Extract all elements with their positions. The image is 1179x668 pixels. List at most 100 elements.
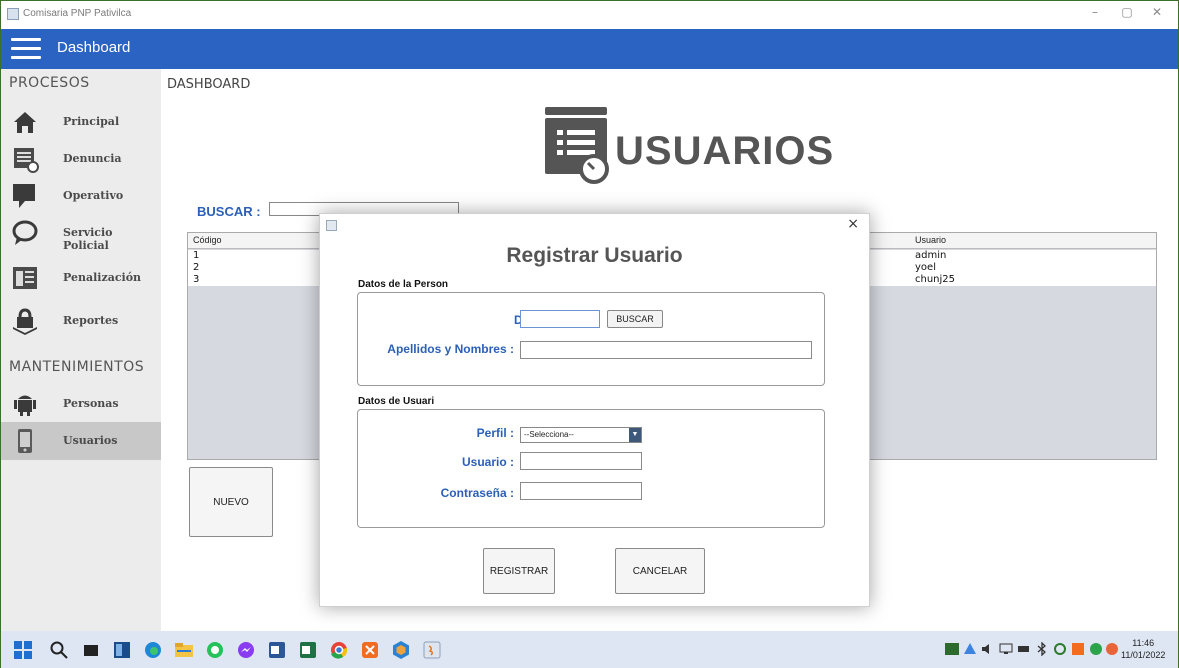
section-label: DASHBOARD bbox=[167, 77, 251, 92]
search-icon[interactable] bbox=[49, 640, 69, 660]
java-app-icon[interactable] bbox=[422, 640, 442, 660]
bluetooth-icon[interactable] bbox=[1035, 642, 1049, 656]
edge-browser-icon[interactable] bbox=[143, 640, 163, 660]
person-section-title: Datos de la Person bbox=[358, 279, 449, 290]
minimize-button[interactable]: – bbox=[1081, 5, 1109, 19]
taskbar: 11:46 11/01/2022 bbox=[1, 631, 1178, 668]
widgets-icon[interactable] bbox=[112, 640, 132, 660]
hero-banner: USUARIOS bbox=[541, 105, 833, 185]
procesos-heading: PROCESOS bbox=[9, 75, 90, 91]
chrome-tray-icon[interactable] bbox=[1089, 642, 1103, 656]
clock-time: 11:46 bbox=[1132, 638, 1155, 648]
dni-field[interactable] bbox=[520, 310, 600, 328]
sidebar-item-denuncia[interactable]: Denuncia bbox=[1, 140, 161, 178]
java-app-icon bbox=[7, 8, 19, 20]
clock-date: 11/01/2022 bbox=[1121, 650, 1166, 660]
volume-icon[interactable] bbox=[981, 642, 995, 656]
file-explorer-icon[interactable] bbox=[174, 640, 194, 660]
hamburger-menu-icon[interactable] bbox=[11, 38, 41, 60]
password-field[interactable] bbox=[520, 482, 642, 500]
names-field[interactable] bbox=[520, 341, 812, 359]
cell-codigo: 3 bbox=[193, 274, 200, 285]
sidebar-item-servicio-policial[interactable]: Servicio Policial bbox=[1, 214, 161, 252]
nvidia-icon[interactable] bbox=[945, 642, 959, 656]
cell-usuario: admin bbox=[915, 250, 947, 261]
sidebar-item-label: Servicio Policial bbox=[63, 226, 113, 252]
cancel-button[interactable]: CANCELAR bbox=[615, 548, 705, 594]
netbeans-icon[interactable] bbox=[391, 640, 411, 660]
sidebar-item-label: Reportes bbox=[63, 314, 119, 327]
hero-title: USUARIOS bbox=[615, 129, 835, 173]
user-fieldset: Perfil : --Selecciona-- ▼ Usuario : Cont… bbox=[357, 409, 825, 528]
search-label: BUSCAR : bbox=[197, 204, 261, 219]
list-icon bbox=[13, 267, 37, 289]
search-person-button[interactable]: BUSCAR bbox=[607, 310, 663, 328]
messenger-icon[interactable] bbox=[236, 640, 256, 660]
battery-icon[interactable] bbox=[1017, 642, 1031, 656]
perfil-selected-value: --Selecciona-- bbox=[524, 430, 574, 439]
sidebar-item-penalizacion[interactable]: Penalización bbox=[1, 259, 161, 297]
sidebar-item-label: Principal bbox=[63, 115, 120, 128]
java-app-icon bbox=[326, 220, 337, 231]
whatsapp-icon[interactable] bbox=[205, 640, 225, 660]
person-fieldset: DNI : BUSCAR Apellidos y Nombres : bbox=[357, 292, 825, 386]
system-clock[interactable]: 11:46 11/01/2022 bbox=[1121, 637, 1165, 661]
username-field[interactable] bbox=[520, 452, 642, 470]
chrome-icon[interactable] bbox=[329, 640, 349, 660]
cell-codigo: 2 bbox=[193, 262, 200, 273]
names-label: Apellidos y Nombres : bbox=[387, 342, 514, 356]
cell-codigo: 1 bbox=[193, 250, 200, 261]
phone-icon bbox=[18, 429, 32, 453]
close-window-button[interactable]: ✕ bbox=[1143, 5, 1171, 19]
maximize-button[interactable]: ▢ bbox=[1113, 5, 1141, 19]
sidebar: PROCESOS Principal Denuncia Operativo Se… bbox=[1, 69, 161, 631]
reports-icon bbox=[13, 308, 37, 335]
antivirus-icon[interactable] bbox=[1105, 642, 1119, 656]
user-section-title: Datos de Usuari bbox=[358, 396, 435, 407]
sidebar-item-usuarios[interactable]: Usuarios bbox=[1, 422, 161, 460]
speech-bubble-icon bbox=[12, 220, 38, 245]
sidebar-item-reportes[interactable]: Reportes bbox=[1, 302, 161, 340]
sidebar-item-operativo[interactable]: Operativo bbox=[1, 177, 161, 215]
title-bar: Comisaria PNP Pativilca – ▢ ✕ bbox=[1, 1, 1178, 29]
home-icon bbox=[14, 112, 36, 133]
cell-usuario: chunj25 bbox=[915, 274, 956, 285]
perfil-label: Perfil : bbox=[476, 426, 514, 440]
usuario-label: Usuario : bbox=[461, 455, 514, 469]
cell-usuario: yoel bbox=[915, 262, 936, 273]
sidebar-item-personas[interactable]: Personas bbox=[1, 385, 161, 423]
sidebar-item-label: Operativo bbox=[63, 189, 124, 202]
close-dialog-button[interactable]: × bbox=[847, 216, 859, 232]
dialog-title: Registrar Usuario bbox=[506, 244, 683, 267]
excel-icon[interactable] bbox=[298, 640, 318, 660]
windows-start-icon[interactable] bbox=[13, 640, 33, 660]
password-label: Contraseña : bbox=[440, 486, 514, 500]
new-button[interactable]: NUEVO bbox=[189, 467, 273, 537]
word-icon[interactable] bbox=[267, 640, 287, 660]
sync-icon[interactable] bbox=[1053, 642, 1067, 656]
column-header-usuario[interactable]: Usuario bbox=[915, 235, 946, 245]
chat-icon bbox=[13, 184, 35, 208]
users-list-icon bbox=[545, 107, 609, 184]
sidebar-item-label: Usuarios bbox=[63, 434, 118, 447]
register-user-dialog: × Registrar Usuario Datos de la Person D… bbox=[319, 213, 870, 607]
sidebar-item-label: Penalización bbox=[63, 271, 142, 284]
perfil-select[interactable]: --Selecciona-- ▼ bbox=[520, 427, 642, 443]
header-bar: Dashboard bbox=[1, 29, 1178, 69]
task-view-icon[interactable] bbox=[81, 640, 101, 660]
android-icon bbox=[14, 395, 36, 416]
sidebar-item-label: Denuncia bbox=[63, 152, 122, 165]
document-icon bbox=[14, 148, 39, 173]
google-drive-icon[interactable] bbox=[963, 642, 977, 656]
register-button[interactable]: REGISTRAR bbox=[483, 548, 555, 594]
sidebar-item-label: Personas bbox=[63, 397, 119, 410]
header-title: Dashboard bbox=[57, 39, 131, 56]
app-window: Comisaria PNP Pativilca – ▢ ✕ Dashboard … bbox=[0, 0, 1179, 668]
xampp-icon[interactable] bbox=[360, 640, 380, 660]
sidebar-item-principal[interactable]: Principal bbox=[1, 103, 161, 141]
chevron-down-icon: ▼ bbox=[629, 428, 641, 442]
column-header-codigo[interactable]: Código bbox=[193, 235, 222, 245]
window-title: Comisaria PNP Pativilca bbox=[23, 8, 132, 19]
network-icon[interactable] bbox=[999, 642, 1013, 656]
xampp-tray-icon[interactable] bbox=[1071, 642, 1085, 656]
